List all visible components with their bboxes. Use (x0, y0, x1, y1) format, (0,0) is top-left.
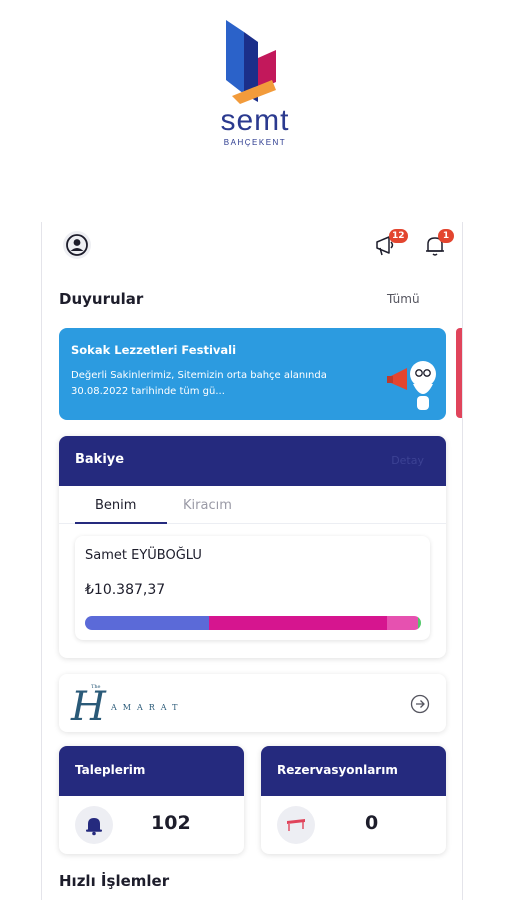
requests-count: 102 (151, 812, 191, 834)
active-tab-indicator (75, 522, 167, 524)
bell-icon (86, 818, 102, 836)
announcements-badge: 12 (389, 229, 408, 243)
announcements-button[interactable]: 12 (372, 229, 408, 260)
account-owner-name: Samet EYÜBOĞLU (85, 548, 202, 563)
logo-wordmark: semt (220, 104, 290, 137)
balance-header: Bakiye Detay (59, 436, 446, 486)
reservations-card[interactable]: Rezervasyonlarım 0 (261, 746, 446, 854)
reservations-icon-wrap (277, 806, 315, 844)
logo-subtitle: BAHÇEKENT (223, 138, 287, 147)
notifications-button[interactable]: 1 (420, 229, 454, 260)
app-screen: 12 1 Duyurular Tümü Sokak Lezzetleri Fes… (41, 222, 463, 900)
requests-title: Taleplerim (75, 763, 146, 777)
announcement-card[interactable]: Sokak Lezzetleri Festivali Değerli Sakin… (59, 328, 446, 420)
balance-detail-link[interactable]: Detay (391, 454, 424, 467)
balance-segment-0 (85, 616, 210, 630)
announcements-heading: Duyurular (59, 290, 144, 308)
calendar-icon (287, 819, 305, 831)
reservations-count: 0 (365, 812, 379, 834)
announcement-mascot-icon (387, 361, 436, 410)
requests-card[interactable]: Taleplerim 102 (59, 746, 244, 854)
balance-segment-2 (387, 616, 418, 630)
balance-account-card[interactable]: Samet EYÜBOĞLU ₺10.387,37 (75, 536, 430, 640)
profile-button[interactable] (62, 230, 92, 260)
tab-benim[interactable]: Benim (95, 498, 136, 513)
balance-segment-1 (209, 616, 388, 630)
tab-kiracim[interactable]: Kiracım (183, 498, 232, 513)
app-logo: semt BAHÇEKENT (210, 18, 300, 153)
announcement-title: Sokak Lezzetleri Festivali (71, 343, 237, 357)
next-announcement-peek[interactable] (456, 328, 462, 418)
arrow-right-circle-icon[interactable] (410, 694, 430, 714)
partner-banner[interactable]: H AMARAT The (59, 674, 446, 732)
reservations-title: Rezervasyonlarım (277, 763, 398, 777)
logo-mark (226, 20, 276, 104)
balance-card: Bakiye Detay Benim Kiracım Samet EYÜBOĞL… (59, 436, 446, 658)
partner-logo: H AMARAT The (70, 684, 183, 730)
requests-icon-wrap (75, 806, 113, 844)
quick-actions-heading: Hızlı İşlemler (59, 872, 170, 890)
partner-logo-small: The (91, 684, 101, 690)
balance-segment-3 (417, 616, 421, 630)
announcement-body: Değerli Sakinlerimiz, Sitemizin orta bah… (71, 370, 327, 397)
account-balance-amount: ₺10.387,37 (85, 582, 166, 598)
user-icon (63, 231, 91, 259)
balance-progress-bar (85, 616, 421, 630)
partner-logo-word: AMARAT (110, 703, 183, 712)
balance-title: Bakiye (75, 452, 125, 467)
announcements-see-all-link[interactable]: Tümü (387, 292, 420, 306)
partner-logo-letter: H (70, 684, 107, 730)
notifications-badge: 1 (438, 229, 454, 243)
